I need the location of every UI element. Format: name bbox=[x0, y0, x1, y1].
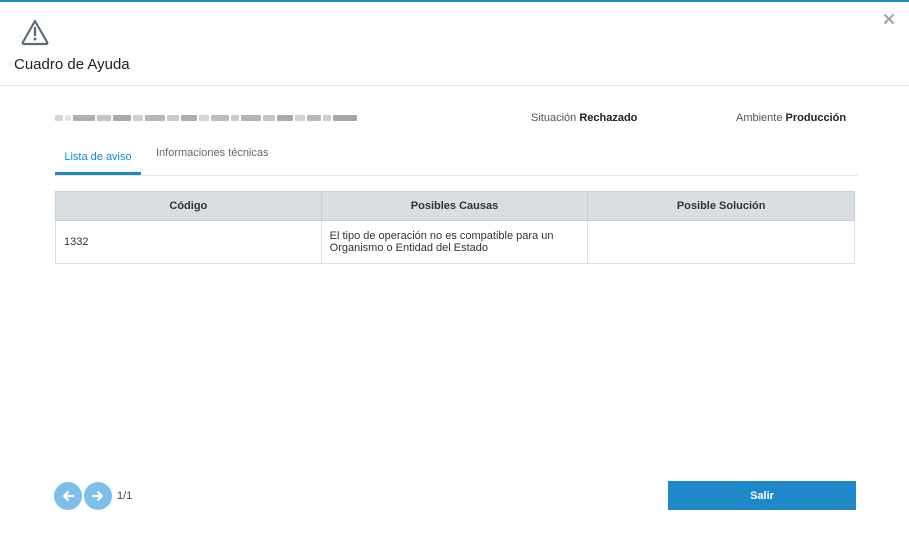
salir-button[interactable]: Salir bbox=[668, 481, 856, 510]
cell-posibles-causas: El tipo de operación no es compatible pa… bbox=[320, 220, 589, 264]
ambiente-label: Ambiente bbox=[736, 112, 783, 124]
avisos-table: Código Posibles Causas Posible Solución … bbox=[55, 191, 855, 264]
column-header-posible-solucion: Posible Solución bbox=[587, 191, 855, 221]
cell-codigo: 1332 bbox=[55, 220, 322, 264]
cell-posible-solucion bbox=[587, 220, 855, 264]
pager: 1/1 bbox=[54, 482, 132, 510]
page-count: 1/1 bbox=[117, 490, 133, 502]
situacion-status: Situación Rechazado bbox=[531, 112, 637, 124]
close-icon[interactable] bbox=[882, 12, 896, 26]
situacion-value: Rechazado bbox=[579, 112, 638, 124]
tab-lista-de-aviso[interactable]: Lista de aviso bbox=[55, 142, 141, 175]
column-header-codigo: Código bbox=[55, 191, 322, 221]
document-id-redacted bbox=[55, 112, 367, 124]
top-accent-bar bbox=[0, 0, 909, 2]
situacion-label: Situación bbox=[531, 112, 577, 124]
tabs-divider bbox=[55, 175, 858, 176]
table-header-row: Código Posibles Causas Posible Solución bbox=[55, 191, 855, 221]
column-header-posibles-causas: Posibles Causas bbox=[320, 191, 589, 221]
arrow-right-icon[interactable] bbox=[84, 482, 112, 510]
tab-informaciones-tecnicas[interactable]: Informaciones técnicas bbox=[156, 147, 269, 159]
ambiente-value: Producción bbox=[785, 112, 847, 124]
header-divider bbox=[0, 85, 909, 86]
warning-triangle-icon bbox=[20, 18, 50, 46]
modal-title: Cuadro de Ayuda bbox=[14, 56, 130, 73]
arrow-left-icon[interactable] bbox=[54, 482, 82, 510]
ambiente-status: Ambiente Producción bbox=[736, 112, 846, 124]
table-row: 1332 El tipo de operación no es compatib… bbox=[55, 220, 855, 264]
